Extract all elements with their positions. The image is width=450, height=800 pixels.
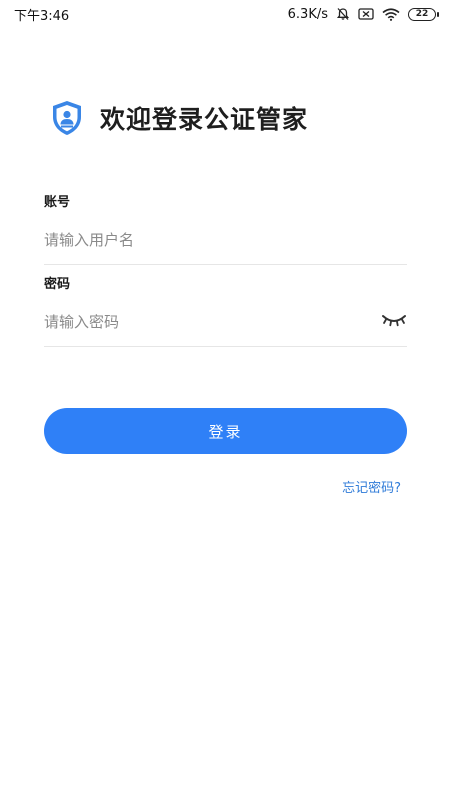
account-field: 账号 — [44, 191, 407, 265]
status-time: 下午3:46 — [14, 8, 70, 24]
wifi-icon — [382, 7, 400, 21]
password-label: 密码 — [44, 277, 71, 292]
account-label: 账号 — [44, 195, 71, 210]
network-speed: 6.3K/s — [287, 6, 328, 22]
battery-icon: 22 — [408, 7, 439, 21]
sim-off-icon — [358, 8, 374, 20]
password-row — [44, 292, 407, 336]
mute-icon — [336, 7, 350, 21]
login-screen: 下午3:46 6.3K/s 22 欢迎登录公证管家 账号 请输入用户名 密码 登… — [0, 0, 450, 800]
status-bar: 下午3:46 6.3K/s 22 — [0, 0, 450, 28]
welcome-header: 欢迎登录公证管家 — [50, 100, 308, 136]
password-field: 密码 — [44, 273, 407, 347]
login-button[interactable]: 登录 — [44, 408, 407, 454]
status-right: 6.3K/s 22 — [287, 6, 439, 22]
eye-closed-icon[interactable] — [381, 310, 407, 330]
password-input[interactable] — [44, 308, 364, 336]
password-divider — [44, 346, 407, 347]
shield-user-icon — [50, 100, 84, 136]
forgot-password-link[interactable]: 忘记密码? — [342, 477, 401, 496]
username-input[interactable] — [44, 226, 407, 254]
welcome-title: 欢迎登录公证管家 — [100, 105, 309, 134]
account-divider — [44, 264, 407, 265]
